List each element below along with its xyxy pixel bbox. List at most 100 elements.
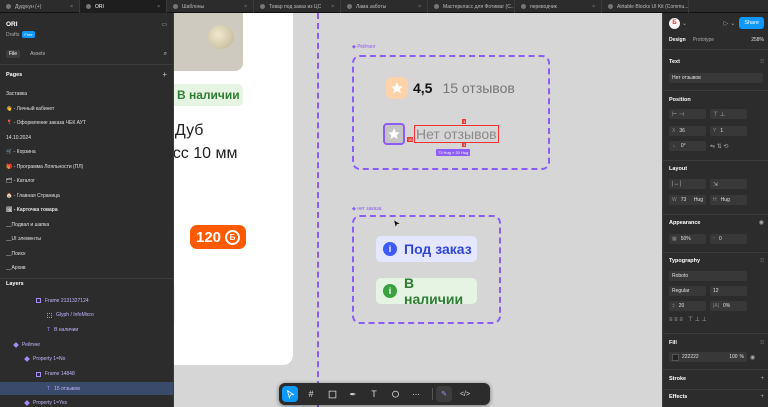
dev-mode-icon[interactable]: ✎ <box>436 386 452 402</box>
align-left-field[interactable]: ⊢ ⊣ <box>669 109 706 119</box>
chevron-down-icon[interactable]: ⌄ <box>682 20 687 27</box>
font-family-select[interactable]: Roboto <box>669 271 747 281</box>
product-image[interactable] <box>174 13 243 71</box>
page-item[interactable]: __Подвал и шапка <box>6 219 167 231</box>
layer-item[interactable]: Frame 14848 <box>0 368 173 381</box>
share-button[interactable]: Share <box>739 17 764 29</box>
no-reviews-text[interactable]: Нет отзывов <box>414 125 499 143</box>
tab-design[interactable]: Design <box>669 37 686 43</box>
layer-item[interactable]: Frame 2131327124 <box>0 294 173 307</box>
add-effect-icon[interactable]: + <box>760 394 764 400</box>
close-icon[interactable]: × <box>586 4 595 10</box>
page-item[interactable]: Заставка <box>6 88 167 100</box>
shape-tool-icon[interactable] <box>324 386 340 402</box>
rotation-field[interactable]: ∟ 0° <box>669 141 706 151</box>
rating-row[interactable]: 4,5 15 отзывов <box>386 77 515 99</box>
layer-item[interactable]: Рейтинг <box>0 338 173 351</box>
text-align-icons[interactable]: ≡ ≡ ≡ ⊤ ⊥ ⊥ <box>669 316 707 323</box>
page-item[interactable]: __UI элементы <box>6 233 167 245</box>
tab-3[interactable]: Товар под заказ из ЦС × <box>254 0 341 13</box>
eye-icon[interactable]: ◉ <box>759 219 764 226</box>
project-name[interactable]: ORI <box>6 21 18 28</box>
tab-1[interactable]: ORI × <box>80 0 167 13</box>
canvas[interactable]: i В наличии OME Дуб 3 класс 10 мм 120 Б … <box>174 13 662 407</box>
in-stock-badge-2[interactable]: i В наличии <box>376 275 477 307</box>
add-page-icon[interactable]: + <box>162 70 167 79</box>
chevron-down-icon[interactable]: ⌄ <box>730 20 735 27</box>
line-height-field[interactable]: ‡ 20 <box>669 301 706 311</box>
tab-0[interactable]: Дудукун (+) × <box>0 0 80 13</box>
tab-file[interactable]: File <box>6 50 21 58</box>
page-item[interactable]: 14.10.2024 <box>6 132 167 144</box>
grid-icon[interactable]: ⁝⁝ <box>760 339 764 346</box>
pen-tool-icon[interactable]: ✒ <box>345 386 361 402</box>
text-tool-icon[interactable]: T <box>366 386 382 402</box>
page-item[interactable]: 🛒 - Корзина <box>6 146 167 158</box>
close-icon[interactable]: × <box>151 4 160 10</box>
tab-5[interactable]: Мастеркласс для Фотимаг (С...× <box>428 0 515 13</box>
search-icon[interactable]: ⌕ <box>164 51 167 58</box>
avatar[interactable]: Б <box>669 17 680 29</box>
move-tool-icon[interactable] <box>282 386 298 402</box>
layer-item[interactable]: Property 1=Yes <box>0 397 173 407</box>
order-frame[interactable] <box>352 215 501 324</box>
wrap-toggle[interactable]: ⇲ <box>710 179 747 189</box>
rating-frame-label[interactable]: ◆ Рейтинг <box>352 44 376 50</box>
project-header[interactable]: ORI ▭ <box>6 21 167 28</box>
close-icon[interactable]: × <box>688 4 689 10</box>
letter-spacing-field[interactable]: |A| 0% <box>710 301 747 311</box>
frame-tool-icon[interactable]: # <box>303 386 319 402</box>
code-view-icon[interactable]: </> <box>457 386 473 402</box>
play-icon[interactable]: ▷ <box>724 20 729 27</box>
y-field[interactable]: Y1 <box>710 126 747 136</box>
sidebar-toggle-icon[interactable]: ▭ <box>161 21 167 28</box>
add-stroke-icon[interactable]: + <box>760 376 764 382</box>
tab-4[interactable]: Лама заботы × <box>341 0 428 13</box>
page-item[interactable]: 📍 - Оформление заказа ЧЕК АУТ <box>6 117 167 129</box>
tab-6[interactable]: переводчик × <box>515 0 602 13</box>
close-icon[interactable]: × <box>412 4 421 10</box>
page-item[interactable]: 👋 - Личный кабинет <box>6 103 167 115</box>
in-stock-badge[interactable]: i В наличии <box>174 84 243 106</box>
zoom-level[interactable]: 258% <box>751 37 764 43</box>
layer-name-field[interactable]: Нет отзывов <box>669 73 763 83</box>
width-field[interactable]: W 73 Hug <box>669 195 706 205</box>
tab-assets[interactable]: Assets <box>30 51 45 57</box>
close-icon[interactable]: × <box>64 4 73 10</box>
text-styles-icon[interactable]: ⁝⁝ <box>760 257 764 264</box>
page-item[interactable]: 🏠 - Главная Страница <box>6 190 167 202</box>
flip-icon[interactable]: ⇋ ⇅ ⟲ <box>710 143 728 150</box>
layer-item[interactable]: Glyph / InfoMicro <box>0 309 173 322</box>
page-item[interactable]: 🖼 - Карточка товара <box>6 204 167 216</box>
page-item[interactable]: __Архив <box>6 262 167 274</box>
layer-item[interactable]: TВ наличии <box>0 323 173 336</box>
font-size-field[interactable]: 12 <box>710 286 747 296</box>
close-icon[interactable]: × <box>238 4 247 10</box>
page-item[interactable]: 🗂 - Каталог <box>6 175 167 187</box>
opacity-field[interactable]: ▦ 50% <box>669 234 706 244</box>
close-icon[interactable]: × <box>325 4 334 10</box>
layer-item[interactable]: T 15 отзывов <box>0 382 173 396</box>
no-reviews-row[interactable]: Нет отзывов <box>383 123 499 145</box>
price-badge[interactable]: 120 Б <box>190 225 247 249</box>
fill-color-field[interactable]: 222222 100 % <box>669 352 747 362</box>
product-card[interactable]: i В наличии OME Дуб 3 класс 10 мм 120 Б … <box>174 13 293 365</box>
tab-2[interactable]: Шаблоны × <box>167 0 254 13</box>
drafts-label[interactable]: Drafts <box>6 32 19 38</box>
order-badge[interactable]: i Под заказ <box>376 236 477 262</box>
x-field[interactable]: X 36 <box>669 126 706 136</box>
direction-toggle[interactable]: |↔| <box>669 179 706 189</box>
layer-item[interactable]: Property 1=No <box>0 353 173 366</box>
page-item[interactable]: __Поиск <box>6 248 167 260</box>
actions-tool-icon[interactable]: ⋯ <box>408 386 424 402</box>
align-top-field[interactable]: ⊤ ⊥ <box>710 109 747 119</box>
grid-icon[interactable]: ⁝⁝ <box>760 58 764 65</box>
tab-7[interactable]: Airtable Blocks UI Kit (Commu...× <box>602 0 689 13</box>
favorite-button[interactable] <box>174 281 175 327</box>
radius-field[interactable]: ◜ 0 <box>710 234 747 244</box>
tab-prototype[interactable]: Prototype <box>693 37 714 43</box>
page-item[interactable]: 🎁 - Программа Лояльности (ПЛ) <box>6 161 167 173</box>
color-swatch[interactable] <box>672 353 679 361</box>
order-frame-label[interactable]: ◆ нет заказа <box>352 206 381 212</box>
eye-icon[interactable]: ◉ <box>750 354 755 361</box>
